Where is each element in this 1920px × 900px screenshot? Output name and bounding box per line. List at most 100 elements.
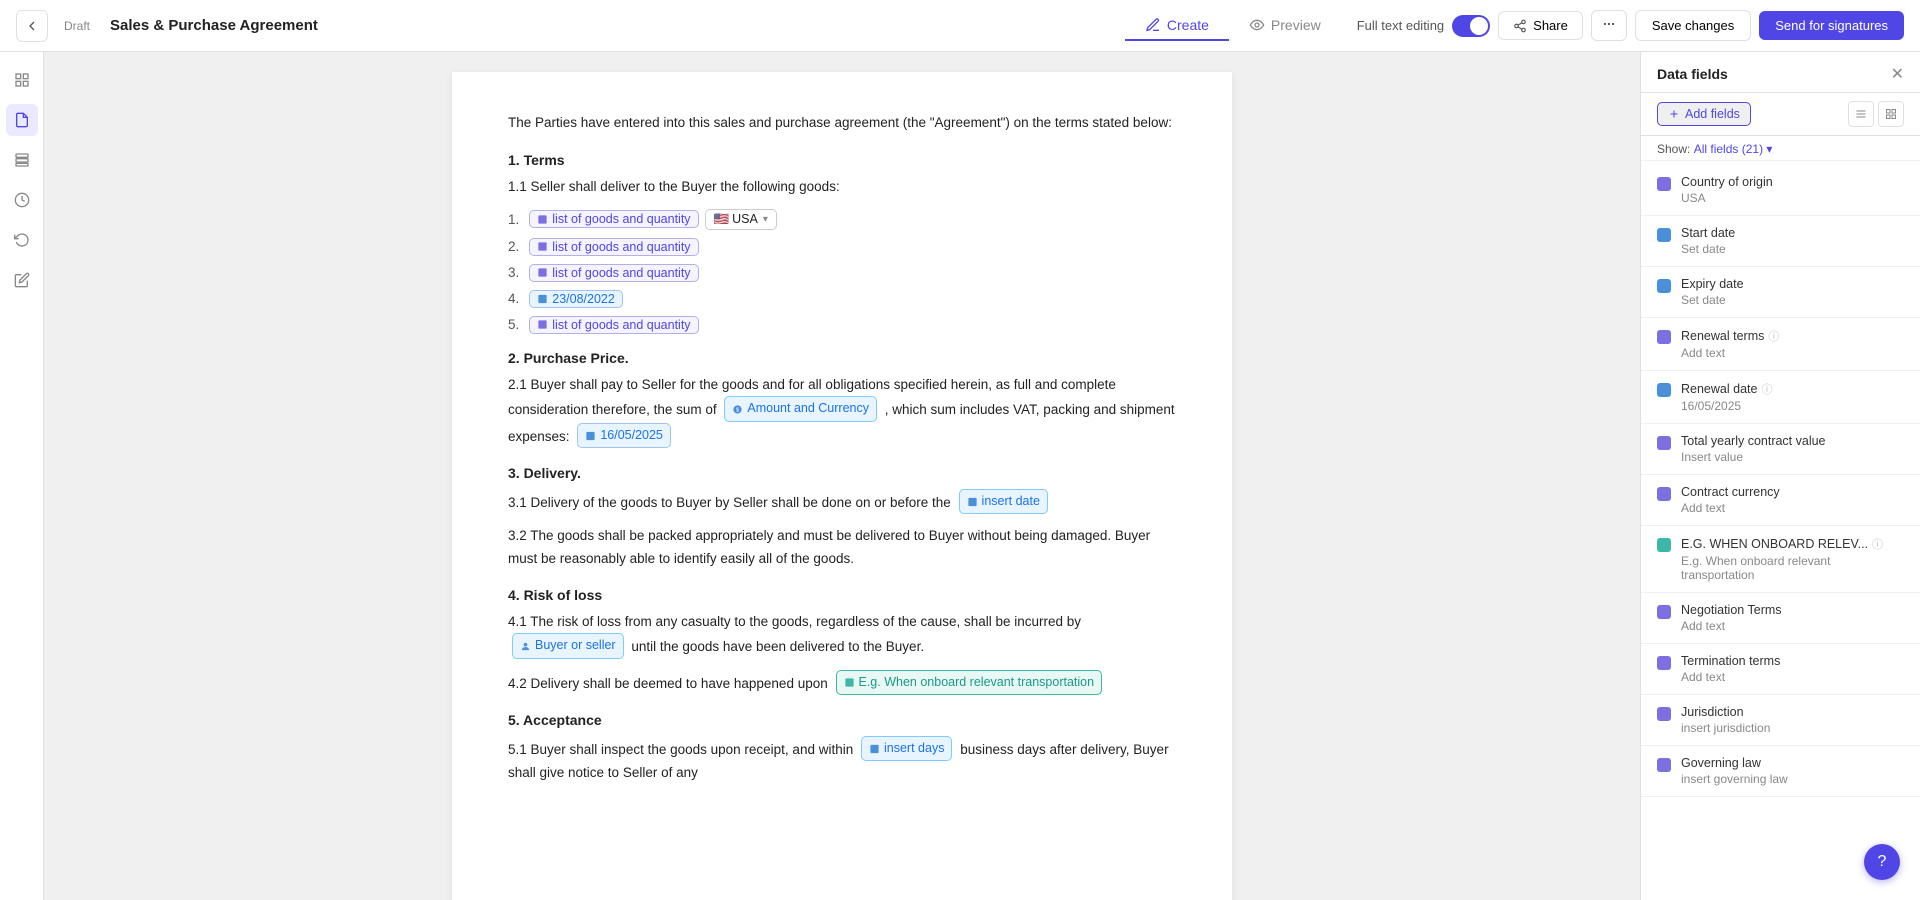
field-value: Set date: [1681, 293, 1904, 307]
chip-goods-1[interactable]: list of goods and quantity: [529, 210, 698, 228]
list-item: 3. list of goods and quantity: [508, 264, 1176, 282]
right-panel-toolbar: Add fields: [1641, 93, 1920, 136]
field-dot: [1657, 487, 1671, 501]
field-label: Jurisdiction: [1681, 705, 1904, 719]
field-item-start-date[interactable]: Start date Set date: [1641, 216, 1920, 267]
s3-2: 3.2 The goods shall be packed appropriat…: [508, 525, 1176, 571]
nav-icon-grid[interactable]: [6, 64, 38, 96]
s1-1: 1.1 Seller shall deliver to the Buyer th…: [508, 176, 1176, 199]
chip-flag-usa[interactable]: 🇺🇸 USA ▾: [705, 209, 777, 230]
field-dot: [1657, 330, 1671, 344]
field-item-renewal-date[interactable]: Renewal date ⓘ 16/05/2025: [1641, 371, 1920, 424]
list-item: 5. list of goods and quantity: [508, 316, 1176, 334]
all-fields-link[interactable]: All fields (21) ▾: [1694, 142, 1773, 156]
filter-icon-2[interactable]: [1878, 101, 1904, 127]
list-item: 4. 23/08/2022: [508, 290, 1176, 308]
left-nav: [0, 52, 44, 900]
field-value: E.g. When onboard relevant transportatio…: [1681, 554, 1904, 582]
s3-1: 3.1 Delivery of the goods to Buyer by Se…: [508, 489, 1176, 515]
filter-icon-1[interactable]: [1848, 101, 1874, 127]
field-value: Insert value: [1681, 450, 1904, 464]
field-item-contract-currency[interactable]: Contract currency Add text: [1641, 475, 1920, 526]
chip-date-1[interactable]: 23/08/2022: [529, 290, 623, 308]
fields-list: Country of origin USA Start date Set dat…: [1641, 161, 1920, 900]
help-button[interactable]: ?: [1864, 844, 1900, 880]
field-dot: [1657, 228, 1671, 242]
list-item: 2. list of goods and quantity: [508, 238, 1176, 256]
chip-insert-days[interactable]: insert days: [861, 736, 952, 761]
field-item-expiry-date[interactable]: Expiry date Set date: [1641, 267, 1920, 318]
field-dot: [1657, 758, 1671, 772]
goods-list: 1. list of goods and quantity 🇺🇸 USA ▾ 2…: [508, 209, 1176, 334]
field-value: 16/05/2025: [1681, 399, 1904, 413]
share-button[interactable]: Share: [1498, 11, 1583, 40]
chip-goods-2[interactable]: list of goods and quantity: [529, 238, 698, 256]
doc-page: The Parties have entered into this sales…: [452, 72, 1232, 900]
section-5-title: 5. Acceptance: [508, 712, 1176, 728]
topbar-actions: Full text editing Share Save changes Sen…: [1357, 10, 1904, 41]
chip-amount-currency[interactable]: $ Amount and Currency: [724, 396, 877, 421]
field-item-negotiation-terms[interactable]: Negotiation Terms Add text: [1641, 593, 1920, 644]
field-label: Negotiation Terms: [1681, 603, 1904, 617]
field-item-termination-terms[interactable]: Termination terms Add text: [1641, 644, 1920, 695]
chip-transport[interactable]: E.g. When onboard relevant transportatio…: [836, 670, 1103, 695]
full-text-toggle[interactable]: [1452, 15, 1490, 37]
field-item-country-origin[interactable]: Country of origin USA: [1641, 165, 1920, 216]
field-dot: [1657, 436, 1671, 450]
field-value: Add text: [1681, 346, 1904, 360]
back-button[interactable]: [16, 10, 48, 42]
field-dot: [1657, 707, 1671, 721]
tab-create[interactable]: Create: [1125, 11, 1229, 41]
nav-icon-fields[interactable]: [6, 144, 38, 176]
section-3-title: 3. Delivery.: [508, 465, 1176, 481]
field-item-governing-law[interactable]: Governing law insert governing law: [1641, 746, 1920, 797]
chip-goods-5[interactable]: list of goods and quantity: [529, 316, 698, 334]
svg-text:$: $: [736, 407, 739, 413]
chip-buyer-seller[interactable]: Buyer or seller: [512, 633, 624, 658]
save-changes-button[interactable]: Save changes: [1635, 10, 1751, 41]
field-label: Governing law: [1681, 756, 1904, 770]
field-dot: [1657, 177, 1671, 191]
field-label: Total yearly contract value: [1681, 434, 1904, 448]
show-label: Show: All fields (21) ▾: [1641, 136, 1920, 161]
field-value: Set date: [1681, 242, 1904, 256]
section-4-title: 4. Risk of loss: [508, 587, 1176, 603]
field-label: Start date: [1681, 226, 1904, 240]
section-2-title: 2. Purchase Price.: [508, 350, 1176, 366]
field-value: Add text: [1681, 619, 1904, 633]
add-fields-button[interactable]: Add fields: [1657, 102, 1751, 126]
chip-date-payment[interactable]: 16/05/2025: [577, 423, 671, 448]
field-label: Termination terms: [1681, 654, 1904, 668]
field-label: Renewal terms ⓘ: [1681, 328, 1904, 344]
right-panel: Data fields ✕ Add fields Show:: [1640, 52, 1920, 900]
field-item-jurisdiction[interactable]: Jurisdiction insert jurisdiction: [1641, 695, 1920, 746]
nav-icon-clock[interactable]: [6, 184, 38, 216]
field-item-total-yearly[interactable]: Total yearly contract value Insert value: [1641, 424, 1920, 475]
field-item-renewal-terms[interactable]: Renewal terms ⓘ Add text: [1641, 318, 1920, 371]
chip-goods-3[interactable]: list of goods and quantity: [529, 264, 698, 282]
tab-preview[interactable]: Preview: [1229, 11, 1341, 41]
send-for-signatures-button[interactable]: Send for signatures: [1759, 11, 1904, 40]
right-panel-header: Data fields ✕: [1641, 52, 1920, 93]
field-dot: [1657, 605, 1671, 619]
field-item-eg-onboard[interactable]: E.G. WHEN ONBOARD RELEV... ⓘ E.g. When o…: [1641, 526, 1920, 593]
s5-1: 5.1 Buyer shall inspect the goods upon r…: [508, 736, 1176, 785]
doc-intro: The Parties have entered into this sales…: [508, 112, 1176, 134]
nav-icon-history[interactable]: [6, 224, 38, 256]
nav-icon-edit[interactable]: [6, 264, 38, 296]
field-dot: [1657, 538, 1671, 552]
field-label: Contract currency: [1681, 485, 1904, 499]
field-label: E.G. WHEN ONBOARD RELEV... ⓘ: [1681, 536, 1904, 552]
nav-icon-doc[interactable]: [6, 104, 38, 136]
doc-area: The Parties have entered into this sales…: [44, 52, 1640, 900]
more-options-button[interactable]: [1591, 10, 1627, 41]
field-label: Renewal date ⓘ: [1681, 381, 1904, 397]
field-dot: [1657, 279, 1671, 293]
field-value: insert governing law: [1681, 772, 1904, 786]
field-dot: [1657, 383, 1671, 397]
close-panel-button[interactable]: ✕: [1891, 64, 1904, 84]
topbar: Draft Sales & Purchase Agreement Create …: [0, 0, 1920, 52]
chip-insert-date[interactable]: insert date: [959, 489, 1048, 514]
field-value: Add text: [1681, 670, 1904, 684]
s4-2: 4.2 Delivery shall be deemed to have hap…: [508, 670, 1176, 696]
